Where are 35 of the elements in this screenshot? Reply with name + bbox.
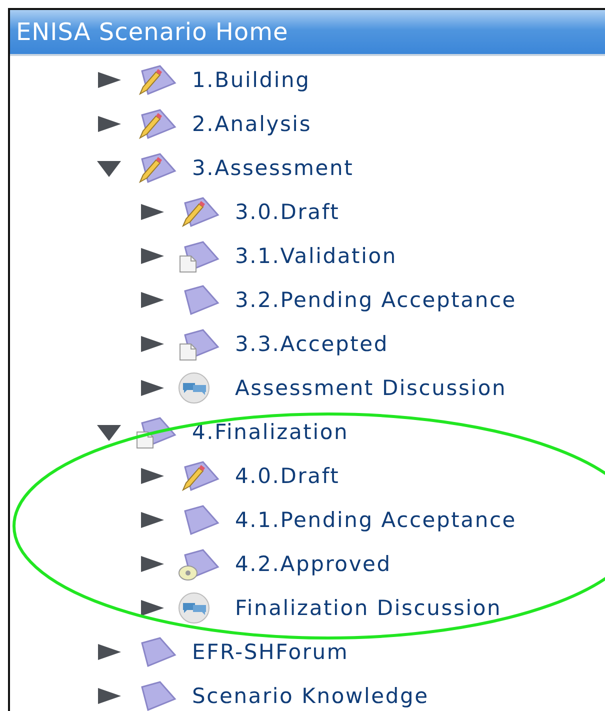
tree-item-label[interactable]: 3.3.Accepted bbox=[235, 332, 388, 356]
tree-item-label[interactable]: 3.Assessment bbox=[192, 156, 354, 180]
tree-item-label[interactable]: EFR-SHForum bbox=[192, 640, 349, 664]
expand-arrow-icon[interactable] bbox=[96, 70, 122, 90]
document-folder-icon bbox=[134, 415, 178, 449]
expand-arrow-icon[interactable] bbox=[139, 290, 165, 310]
expand-arrow-icon[interactable] bbox=[139, 466, 165, 486]
expand-arrow-icon[interactable] bbox=[139, 510, 165, 530]
tree-item-label[interactable]: 3.0.Draft bbox=[235, 200, 340, 224]
disc-folder-icon bbox=[177, 547, 221, 581]
expand-arrow-icon[interactable] bbox=[96, 642, 122, 662]
collapse-arrow-icon[interactable] bbox=[96, 422, 122, 442]
tree-item-label[interactable]: 3.1.Validation bbox=[235, 244, 397, 268]
expand-arrow-icon[interactable] bbox=[139, 378, 165, 398]
tree-item-label[interactable]: 3.2.Pending Acceptance bbox=[235, 288, 517, 312]
collapse-arrow-icon[interactable] bbox=[96, 158, 122, 178]
expand-arrow-icon[interactable] bbox=[139, 202, 165, 222]
tree-item-label[interactable]: 1.Building bbox=[192, 68, 310, 92]
tree-item-label[interactable]: Scenario Knowledge bbox=[192, 684, 429, 708]
panel-title: ENISA Scenario Home bbox=[10, 10, 605, 56]
tree-item-label[interactable]: 2.Analysis bbox=[192, 112, 312, 136]
tree-item-label[interactable]: Finalization Discussion bbox=[235, 596, 502, 620]
document-folder-icon bbox=[177, 239, 221, 273]
tree-item-label[interactable]: 4.1.Pending Acceptance bbox=[235, 508, 517, 532]
tree-item-label[interactable]: 4.Finalization bbox=[192, 420, 349, 444]
expand-arrow-icon[interactable] bbox=[139, 334, 165, 354]
document-folder-icon bbox=[177, 327, 221, 361]
expand-arrow-icon[interactable] bbox=[139, 598, 165, 618]
expand-arrow-icon[interactable] bbox=[96, 686, 122, 706]
tree-item-label[interactable]: Assessment Discussion bbox=[235, 376, 507, 400]
tree-item-label[interactable]: 4.0.Draft bbox=[235, 464, 340, 488]
tree-item-label[interactable]: 4.2.Approved bbox=[235, 552, 392, 576]
expand-arrow-icon[interactable] bbox=[96, 114, 122, 134]
expand-arrow-icon[interactable] bbox=[139, 246, 165, 266]
expand-arrow-icon[interactable] bbox=[139, 554, 165, 574]
